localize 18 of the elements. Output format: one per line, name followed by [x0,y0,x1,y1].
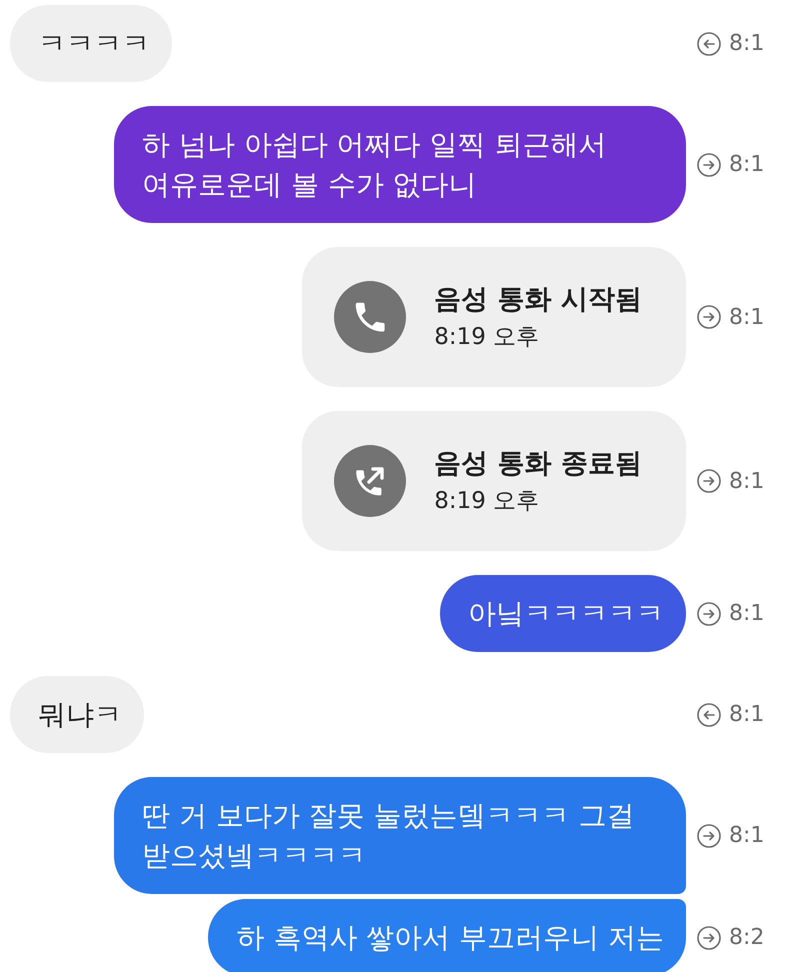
message-bubble: 하 흑역사 쌓아서 부끄러우니 저는 [208,899,686,972]
message-bubble: 하 넘나 아쉽다 어쩌다 일찍 퇴근해서 여유로운데 볼 수가 없다니 [114,106,686,223]
call-title: 음성 통화 종료됨 [434,447,642,481]
message-time: 8:1 [729,702,764,727]
message-time: 8:1 [729,304,764,330]
message-time: 8:1 [729,152,764,177]
message-bubble: 뭐냐ㅋ [10,676,144,753]
message-time: 8:1 [729,823,764,848]
message-time: 8:2 [729,925,764,950]
message-bubble: 딴 거 보다가 잘못 눌렀는뎈ㅋㅋㅋ 그걸 받으셨넼ㅋㅋㅋㅋ [114,777,686,894]
call-title: 음성 통화 시작됨 [434,283,642,317]
call-time: 8:19 오후 [434,487,540,516]
message-bubble: 아닠ㅋㅋㅋㅋㅋ [440,575,686,652]
message-time: 8:1 [729,31,764,56]
message-time: 8:1 [729,601,764,626]
message-time: 8:1 [729,468,764,494]
call-time: 8:19 오후 [434,323,540,352]
message-bubble: ㅋㅋㅋㅋ [10,5,172,82]
